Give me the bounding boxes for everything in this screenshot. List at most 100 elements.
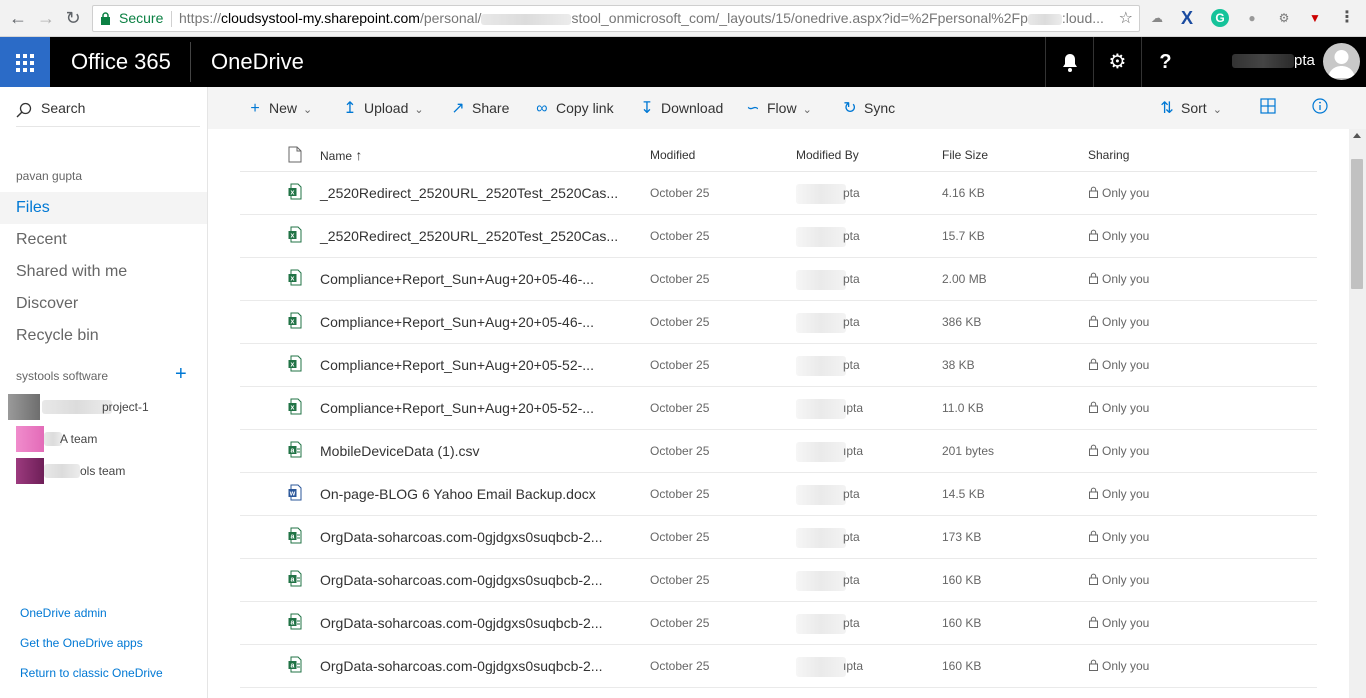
user-name[interactable]: pta (1232, 52, 1315, 69)
app-launcher-icon[interactable] (0, 37, 50, 87)
excel-file-icon: x (288, 226, 302, 243)
flow-button[interactable]: ∽ Flow ⌄ (744, 87, 811, 129)
sharing-status[interactable]: Only you (1088, 172, 1149, 214)
help-icon[interactable]: ? (1141, 37, 1189, 87)
download-button[interactable]: ↧ Download (638, 87, 723, 129)
notifications-bell-icon[interactable] (1045, 37, 1093, 87)
table-row[interactable]: x Compliance+Report_Sun+Aug+20+05-46-... O… (240, 301, 1317, 344)
modified-by: ıpta (796, 645, 863, 687)
lock-icon (1089, 315, 1098, 327)
column-header-file-size[interactable]: File Size (942, 130, 988, 172)
classic-onedrive-link[interactable]: Return to classic OneDrive (20, 666, 163, 680)
forward-icon[interactable]: → (36, 8, 56, 28)
browser-menu-icon[interactable]: ⋮ (1338, 9, 1356, 27)
address-bar[interactable]: Secure https://cloudsystool-my.sharepoin… (92, 5, 1140, 32)
sharing-status[interactable]: Only you (1088, 645, 1149, 687)
nav-item-shared[interactable]: Shared with me (0, 256, 207, 288)
sharing-status[interactable]: Only you (1088, 258, 1149, 300)
file-name[interactable]: MobileDeviceData (1).csv (320, 430, 480, 472)
sharing-status[interactable]: Only you (1088, 516, 1149, 558)
table-row[interactable]: x _2520Redirect_2520URL_2520Test_2520Cas.… (240, 172, 1317, 215)
table-row[interactable]: x _2520Redirect_2520URL_2520Test_2520Cas.… (240, 215, 1317, 258)
file-type-header-icon[interactable] (288, 146, 302, 163)
sharing-status[interactable]: Only you (1088, 387, 1149, 429)
file-name[interactable]: _2520Redirect_2520URL_2520Test_2520Cas..… (320, 172, 618, 214)
file-name[interactable]: Compliance+Report_Sun+Aug+20+05-52-... (320, 387, 594, 429)
onedrive-title[interactable]: OneDrive (211, 49, 304, 75)
extension-grammarly-icon[interactable]: G (1211, 9, 1229, 27)
column-header-sharing[interactable]: Sharing (1088, 130, 1129, 172)
group-item[interactable]: project-1 (8, 394, 188, 420)
extension-cloud-icon[interactable]: ☁ (1148, 9, 1166, 27)
office365-brand[interactable]: Office 365 (71, 49, 171, 75)
sync-button[interactable]: ↻ Sync (841, 87, 895, 129)
sharing-status[interactable]: Only you (1088, 344, 1149, 386)
table-row[interactable]: a OrgData-soharcoas.com-0gjdgxs0suqbcb-2.… (240, 516, 1317, 559)
file-name[interactable]: _2520Redirect_2520URL_2520Test_2520Cas..… (320, 215, 618, 257)
column-header-modified[interactable]: Modified (650, 130, 695, 172)
sort-icon: ⇅ (1160, 100, 1174, 117)
sharing-status[interactable]: Only you (1088, 602, 1149, 644)
get-apps-link[interactable]: Get the OneDrive apps (20, 636, 143, 650)
sharing-status[interactable]: Only you (1088, 301, 1149, 343)
add-group-icon[interactable]: + (175, 364, 187, 384)
share-button[interactable]: ↗ Share (449, 87, 509, 129)
svg-text:x: x (291, 233, 295, 240)
nav-item-recent[interactable]: Recent (0, 224, 207, 256)
search-box[interactable]: Search (16, 99, 200, 127)
back-icon[interactable]: ← (8, 8, 28, 28)
avatar[interactable] (1323, 43, 1360, 80)
extension-gear-icon[interactable]: ⚙ (1275, 9, 1293, 27)
file-name[interactable]: OrgData-soharcoas.com-0gjdgxs0suqbcb-2..… (320, 516, 602, 558)
copy-link-button[interactable]: ∞ Copy link (533, 87, 613, 129)
info-pane-icon[interactable] (1310, 98, 1330, 118)
file-name[interactable]: OrgData-soharcoas.com-0gjdgxs0suqbcb-2..… (320, 645, 602, 687)
table-row[interactable]: a OrgData-soharcoas.com-0gjdgxs0suqbcb-2.… (240, 602, 1317, 645)
sync-icon: ↻ (843, 100, 857, 117)
scrollbar-thumb[interactable] (1351, 159, 1363, 289)
sort-button[interactable]: ⇅ Sort ⌄ (1158, 87, 1222, 129)
table-row[interactable]: a OrgData-soharcoas.com-0gjdgxs0suqbcb-2.… (240, 559, 1317, 602)
sharing-status[interactable]: Only you (1088, 215, 1149, 257)
new-button[interactable]: + New ⌄ (246, 87, 312, 129)
modified-by: pta (796, 215, 860, 257)
group-item[interactable]: A team (16, 426, 196, 452)
extension-x-icon[interactable]: X (1178, 9, 1196, 27)
onedrive-admin-link[interactable]: OneDrive admin (20, 606, 107, 620)
table-row[interactable]: w On-page-BLOG 6 Yahoo Email Backup.docx O… (240, 473, 1317, 516)
table-row[interactable]: x Compliance+Report_Sun+Aug+20+05-46-... O… (240, 258, 1317, 301)
file-name[interactable]: Compliance+Report_Sun+Aug+20+05-46-... (320, 258, 594, 300)
sharing-status[interactable]: Only you (1088, 559, 1149, 601)
sharing-status[interactable]: Only you (1088, 430, 1149, 472)
vertical-scrollbar[interactable] (1349, 129, 1366, 698)
file-size: 201 bytes (942, 444, 995, 458)
csv-file-icon: a (288, 527, 302, 544)
table-row[interactable]: x Compliance+Report_Sun+Aug+20+05-52-... O… (240, 344, 1317, 387)
nav-item-discover[interactable]: Discover (0, 288, 207, 320)
column-header-modified-by[interactable]: Modified By (796, 130, 859, 172)
settings-gear-icon[interactable]: ⚙ (1093, 37, 1141, 87)
file-name[interactable]: On-page-BLOG 6 Yahoo Email Backup.docx (320, 473, 596, 515)
column-header-name[interactable]: Name ↑ (320, 130, 362, 172)
table-row[interactable]: x Compliance+Report_Sun+Aug+20+05-52-... O… (240, 387, 1317, 430)
file-name[interactable]: OrgData-soharcoas.com-0gjdgxs0suqbcb-2..… (320, 602, 602, 644)
view-tiles-icon[interactable] (1258, 98, 1278, 118)
reload-icon[interactable]: ↻ (63, 8, 83, 28)
svg-text:a: a (291, 620, 295, 627)
scroll-up-icon[interactable] (1353, 133, 1361, 138)
file-name[interactable]: OrgData-soharcoas.com-0gjdgxs0suqbcb-2..… (320, 559, 602, 601)
nav-item-files[interactable]: Files (0, 192, 207, 224)
extension-chat-icon[interactable]: ● (1243, 9, 1261, 27)
table-row[interactable]: a OrgData-soharcoas.com-0gjdgxs0suqbcb-2.… (240, 645, 1317, 688)
nav-item-recycle-bin[interactable]: Recycle bin (0, 320, 207, 352)
extension-flag-icon[interactable]: ▼ (1306, 9, 1324, 27)
bookmark-star-icon[interactable]: ☆ (1119, 6, 1133, 31)
lock-icon (101, 12, 110, 25)
table-row[interactable]: a MobileDeviceData (1).csv October 25 ıpta 2… (240, 430, 1317, 473)
sharing-status[interactable]: Only you (1088, 473, 1149, 515)
modified-date: October 25 (650, 315, 710, 329)
upload-button[interactable]: ↥ Upload ⌄ (341, 87, 423, 129)
file-name[interactable]: Compliance+Report_Sun+Aug+20+05-52-... (320, 344, 594, 386)
group-item[interactable]: ols team (16, 458, 196, 484)
file-name[interactable]: Compliance+Report_Sun+Aug+20+05-46-... (320, 301, 594, 343)
